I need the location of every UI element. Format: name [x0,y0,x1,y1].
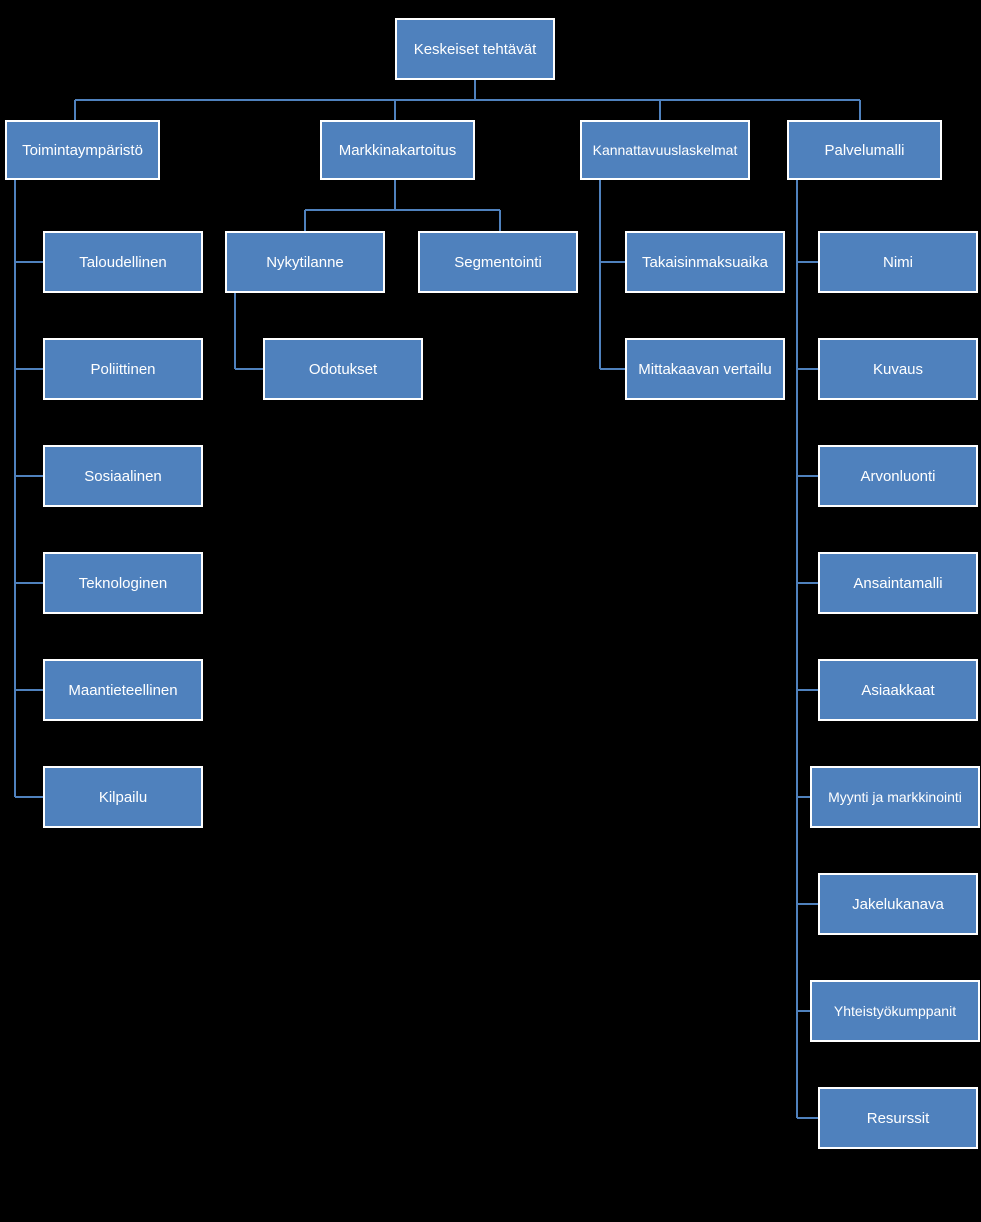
node-nimi: Nimi [818,231,978,293]
node-odotukset: Odotukset [263,338,423,400]
node-root: Keskeiset tehtävät [395,18,555,80]
node-arvonluonti: Arvonluonti [818,445,978,507]
node-asiaakkaat: Asiaakkaat [818,659,978,721]
node-segmentointi: Segmentointi [418,231,578,293]
node-maantieteellinen: Maantieteellinen [43,659,203,721]
node-resurssit: Resurssit [818,1087,978,1149]
node-yhteistyokumppanit: Yhteistyökumppanit [810,980,980,1042]
node-nykytilanne: Nykytilanne [225,231,385,293]
node-markkinakartoitus: Markkinakartoitus [320,120,475,180]
diagram-canvas: Keskeiset tehtävät Toimintaympäristö Mar… [0,0,981,1222]
node-ansaintamalli: Ansaintamalli [818,552,978,614]
node-palvelumalli: Palvelumalli [787,120,942,180]
node-teknologinen: Teknologinen [43,552,203,614]
node-mittakaavan-vertailu: Mittakaavan vertailu [625,338,785,400]
node-myynti-ja-markkinointi: Myynti ja markkinointi [810,766,980,828]
node-takaisinmaksuaika: Takaisinmaksuaika [625,231,785,293]
node-sosiaalinen: Sosiaalinen [43,445,203,507]
node-kannattavuuslaskelmat: Kannattavuuslaskelmat [580,120,750,180]
node-kuvaus: Kuvaus [818,338,978,400]
node-jakelukanava: Jakelukanava [818,873,978,935]
node-kilpailu: Kilpailu [43,766,203,828]
node-poliittinen: Poliittinen [43,338,203,400]
node-taloudellinen: Taloudellinen [43,231,203,293]
node-toimintaymparisto: Toimintaympäristö [5,120,160,180]
